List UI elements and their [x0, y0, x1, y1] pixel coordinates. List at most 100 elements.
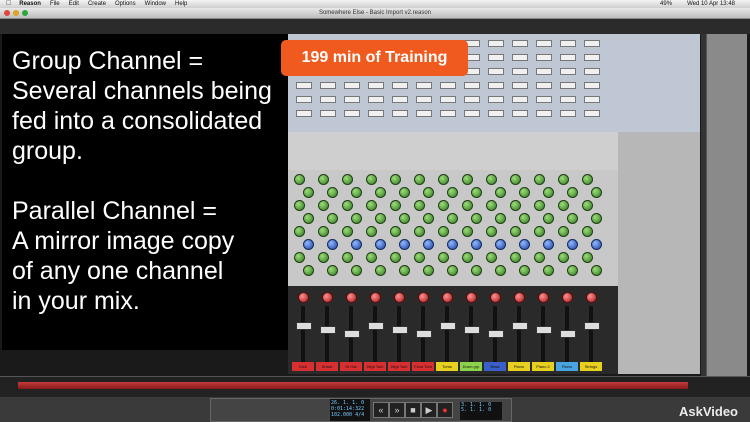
- eq-knob[interactable]: [534, 252, 545, 263]
- device-button[interactable]: [416, 110, 432, 117]
- eq-knob[interactable]: [438, 226, 449, 237]
- eq-knob[interactable]: [399, 213, 410, 224]
- eq-knob[interactable]: [318, 174, 329, 185]
- device-button[interactable]: [440, 96, 456, 103]
- device-button[interactable]: [488, 68, 504, 75]
- eq-knob[interactable]: [390, 200, 401, 211]
- device-button[interactable]: [344, 96, 360, 103]
- channel-fader[interactable]: [488, 330, 504, 338]
- eq-knob[interactable]: [462, 174, 473, 185]
- eq-knob[interactable]: [567, 239, 578, 250]
- channel-name-label[interactable]: Drum grp: [460, 362, 482, 371]
- channel-fader[interactable]: [512, 322, 528, 330]
- rack-navigator[interactable]: [706, 34, 747, 376]
- channel-fader[interactable]: [392, 326, 408, 334]
- eq-knob[interactable]: [366, 174, 377, 185]
- menu-edit[interactable]: Edit: [69, 0, 79, 8]
- device-button[interactable]: [512, 68, 528, 75]
- eq-knob[interactable]: [414, 200, 425, 211]
- menu-file[interactable]: File: [50, 0, 60, 8]
- device-button[interactable]: [536, 54, 552, 61]
- channel-name-label[interactable]: Piano: [508, 362, 530, 371]
- eq-knob[interactable]: [495, 239, 506, 250]
- eq-knob[interactable]: [462, 226, 473, 237]
- device-button[interactable]: [464, 110, 480, 117]
- eq-knob[interactable]: [366, 226, 377, 237]
- device-button[interactable]: [296, 82, 312, 89]
- channel-fader[interactable]: [440, 322, 456, 330]
- eq-knob[interactable]: [462, 252, 473, 263]
- eq-knob[interactable]: [582, 174, 593, 185]
- eq-knob[interactable]: [567, 187, 578, 198]
- eq-knob[interactable]: [534, 200, 545, 211]
- eq-knob[interactable]: [534, 174, 545, 185]
- pan-knob[interactable]: [418, 292, 429, 303]
- device-button[interactable]: [464, 82, 480, 89]
- eq-knob[interactable]: [423, 213, 434, 224]
- channel-fader[interactable]: [536, 326, 552, 334]
- device-button[interactable]: [560, 96, 576, 103]
- close-window-icon[interactable]: [4, 10, 10, 16]
- eq-knob[interactable]: [447, 213, 458, 224]
- channel-fader-track[interactable]: [397, 306, 401, 366]
- device-button[interactable]: [512, 82, 528, 89]
- eq-knob[interactable]: [486, 200, 497, 211]
- device-button[interactable]: [416, 82, 432, 89]
- menu-create[interactable]: Create: [88, 0, 106, 8]
- eq-knob[interactable]: [519, 187, 530, 198]
- eq-knob[interactable]: [423, 239, 434, 250]
- device-button[interactable]: [584, 40, 600, 47]
- eq-knob[interactable]: [351, 239, 362, 250]
- channel-name-label[interactable]: High Tom: [364, 362, 386, 371]
- eq-knob[interactable]: [414, 226, 425, 237]
- eq-knob[interactable]: [471, 187, 482, 198]
- eq-knob[interactable]: [351, 265, 362, 276]
- eq-knob[interactable]: [342, 252, 353, 263]
- eq-knob[interactable]: [438, 174, 449, 185]
- device-button[interactable]: [320, 110, 336, 117]
- eq-knob[interactable]: [294, 174, 305, 185]
- device-button[interactable]: [392, 96, 408, 103]
- eq-knob[interactable]: [303, 213, 314, 224]
- eq-knob[interactable]: [438, 200, 449, 211]
- pan-knob[interactable]: [370, 292, 381, 303]
- eq-knob[interactable]: [375, 265, 386, 276]
- eq-knob[interactable]: [375, 239, 386, 250]
- eq-knob[interactable]: [495, 187, 506, 198]
- eq-knob[interactable]: [447, 187, 458, 198]
- eq-knob[interactable]: [558, 174, 569, 185]
- device-button[interactable]: [368, 82, 384, 89]
- eq-knob[interactable]: [543, 187, 554, 198]
- eq-knob[interactable]: [414, 174, 425, 185]
- channel-fader-track[interactable]: [517, 306, 521, 366]
- menu-clock[interactable]: Wed 10 Apr 13:48: [687, 0, 735, 8]
- eq-knob[interactable]: [399, 187, 410, 198]
- stop-icon[interactable]: ■: [405, 402, 421, 418]
- eq-knob[interactable]: [495, 265, 506, 276]
- device-button[interactable]: [488, 96, 504, 103]
- eq-knob[interactable]: [591, 265, 602, 276]
- device-button[interactable]: [296, 96, 312, 103]
- device-button[interactable]: [440, 110, 456, 117]
- pan-knob[interactable]: [442, 292, 453, 303]
- eq-knob[interactable]: [438, 252, 449, 263]
- device-button[interactable]: [584, 54, 600, 61]
- device-button[interactable]: [584, 68, 600, 75]
- device-button[interactable]: [392, 110, 408, 117]
- pan-knob[interactable]: [514, 292, 525, 303]
- device-button[interactable]: [512, 54, 528, 61]
- eq-knob[interactable]: [486, 226, 497, 237]
- eq-knob[interactable]: [510, 200, 521, 211]
- eq-knob[interactable]: [327, 213, 338, 224]
- channel-fader-track[interactable]: [301, 306, 305, 366]
- eq-knob[interactable]: [342, 174, 353, 185]
- eq-knob[interactable]: [423, 265, 434, 276]
- channel-fader[interactable]: [296, 322, 312, 330]
- device-button[interactable]: [560, 110, 576, 117]
- eq-knob[interactable]: [303, 239, 314, 250]
- menu-options[interactable]: Options: [115, 0, 136, 8]
- eq-knob[interactable]: [567, 213, 578, 224]
- menu-help[interactable]: Help: [175, 0, 187, 8]
- eq-knob[interactable]: [486, 174, 497, 185]
- eq-knob[interactable]: [327, 239, 338, 250]
